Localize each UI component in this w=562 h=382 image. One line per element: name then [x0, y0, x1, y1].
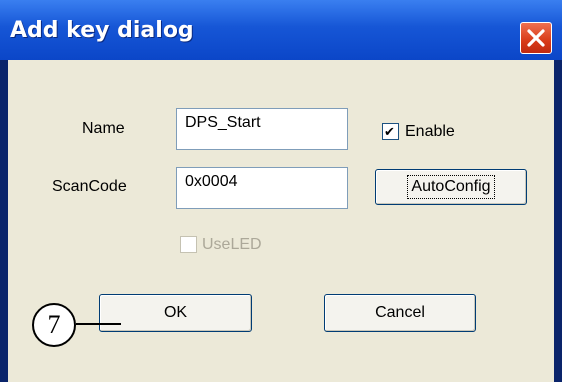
callout-number: 7	[47, 310, 61, 339]
add-key-dialog-window: Add key dialog Name DPS_Start ✔ Enable S…	[0, 0, 562, 382]
scancode-input[interactable]: 0x0004	[176, 167, 348, 209]
name-input[interactable]: DPS_Start	[176, 108, 348, 150]
enable-label: Enable	[405, 123, 455, 140]
cancel-button-label: Cancel	[375, 304, 425, 321]
enable-checkbox[interactable]: ✔	[382, 123, 399, 140]
cancel-button[interactable]: Cancel	[324, 294, 476, 332]
ok-button-label: OK	[163, 304, 188, 321]
title-bar[interactable]: Add key dialog	[0, 0, 562, 60]
close-button[interactable]	[520, 22, 552, 54]
useled-label: UseLED	[202, 236, 262, 253]
checkmark-icon: ✔	[384, 124, 395, 139]
useled-checkbox[interactable]	[180, 236, 197, 253]
autoconfig-button[interactable]: AutoConfig	[375, 169, 527, 205]
scancode-label: ScanCode	[52, 178, 127, 195]
ok-button[interactable]: OK	[99, 294, 252, 332]
callout-marker: 7	[32, 303, 76, 347]
close-icon	[527, 29, 545, 47]
name-label: Name	[82, 120, 125, 137]
callout-leader-line	[76, 323, 121, 325]
dialog-title: Add key dialog	[10, 18, 194, 43]
autoconfig-button-label: AutoConfig	[407, 175, 495, 199]
dialog-body: Name DPS_Start ✔ Enable ScanCode 0x0004 …	[8, 60, 554, 382]
